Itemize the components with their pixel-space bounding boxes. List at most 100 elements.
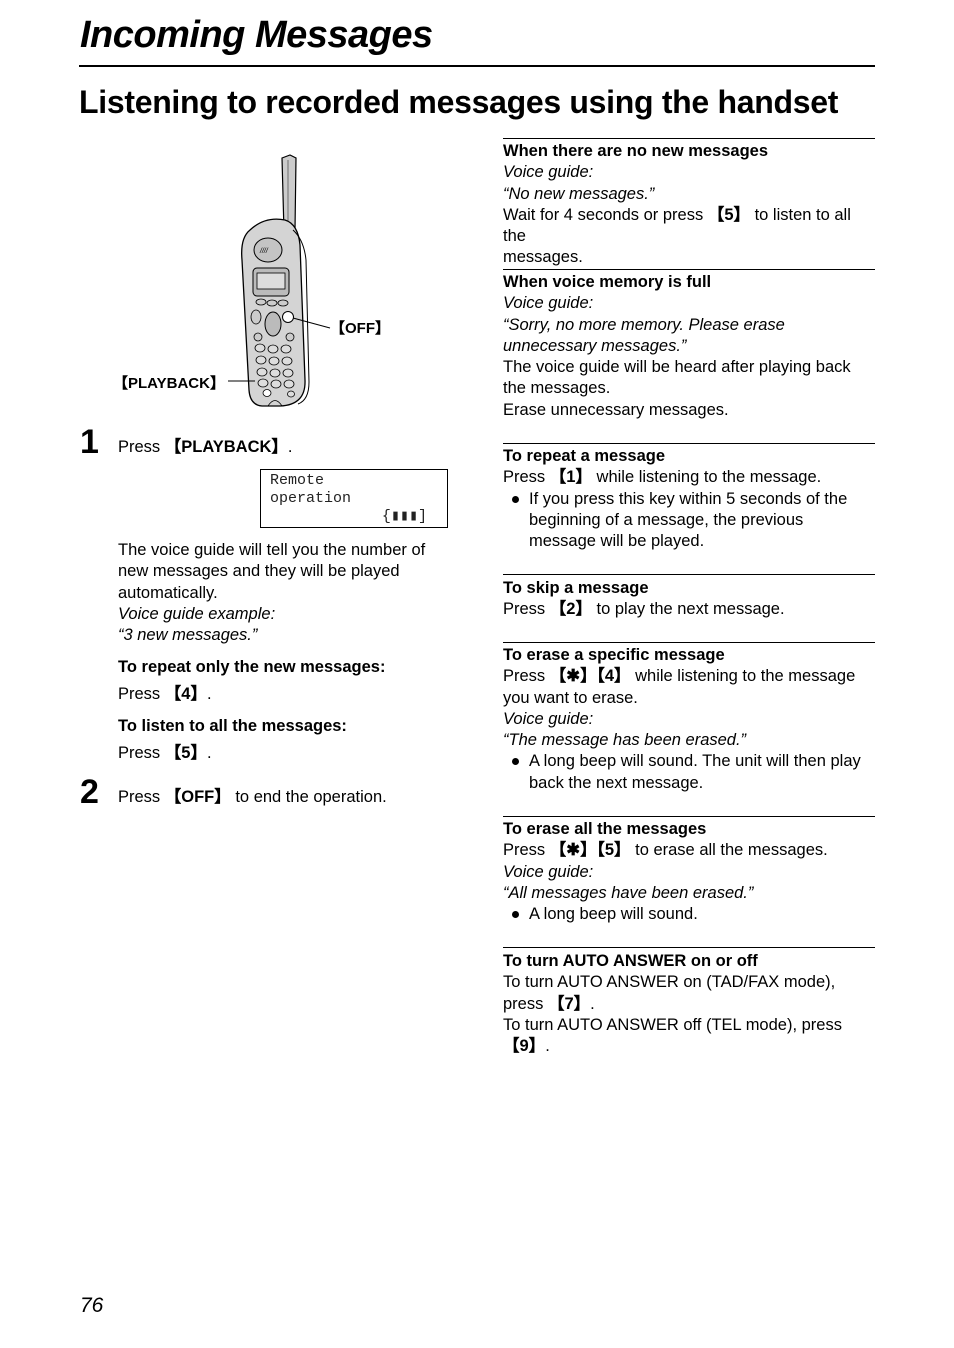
body-line: Press 【✱】【4】 while listening to the mess… bbox=[503, 666, 878, 687]
desc-line: The voice guide will tell you the number… bbox=[118, 541, 426, 559]
step-2-suffix: to end the operation. bbox=[230, 788, 387, 806]
section-repeat-message: To repeat a message Press 【1】 while list… bbox=[503, 446, 878, 552]
body-line: Press 【1】 while listening to the message… bbox=[503, 467, 878, 488]
press-text: Press bbox=[118, 744, 165, 762]
key-star-4: 【✱】【4】 bbox=[549, 667, 631, 686]
section-memory-full: When voice memory is full Voice guide: “… bbox=[503, 272, 878, 421]
title-divider bbox=[79, 65, 875, 67]
press-text: Press bbox=[118, 788, 165, 806]
voice-guide-label: Voice guide: bbox=[503, 163, 594, 182]
body-line: The voice guide will be heard after play… bbox=[503, 358, 851, 377]
lcd-line-2: operation bbox=[270, 490, 352, 507]
section-divider bbox=[503, 947, 875, 948]
section-divider bbox=[503, 443, 875, 444]
text: Press bbox=[503, 468, 550, 487]
bullet-line: A long beep will sound. bbox=[529, 905, 698, 924]
bullet-line: beginning of a message, the previous bbox=[529, 510, 804, 529]
step-number-2: 2 bbox=[80, 773, 99, 811]
page-number: 76 bbox=[80, 1294, 104, 1317]
handset-icon: //// bbox=[228, 154, 331, 407]
section-divider bbox=[503, 816, 875, 817]
section-divider bbox=[503, 642, 875, 643]
section-divider bbox=[503, 269, 875, 270]
voice-guide-quote: “All messages have been erased.” bbox=[503, 883, 754, 902]
key-5: 【5】 bbox=[707, 205, 750, 224]
key-5: 【5】 bbox=[164, 744, 207, 762]
section-auto-answer: To turn AUTO ANSWER on or off To turn AU… bbox=[503, 951, 878, 1057]
lcd-line-1: Remote bbox=[270, 472, 325, 489]
body-line: To turn AUTO ANSWER off (TEL mode), pres… bbox=[503, 1015, 842, 1034]
body-line: 【9】. bbox=[503, 1036, 878, 1057]
step-number-1: 1 bbox=[80, 423, 99, 461]
step-1-text: Press bbox=[118, 438, 165, 456]
voice-guide-quote: “Sorry, no more memory. Please erase bbox=[503, 315, 785, 334]
body-line: Erase unnecessary messages. bbox=[503, 400, 729, 419]
bullet-line: If you press this key within 5 seconds o… bbox=[529, 489, 848, 508]
section-erase-all: To erase all the messages Press 【✱】【5】 t… bbox=[503, 819, 878, 925]
svg-text:////: //// bbox=[259, 248, 269, 255]
key-7: 【7】 bbox=[547, 994, 591, 1013]
desc-line: automatically. bbox=[118, 583, 218, 602]
key-2: 【2】 bbox=[549, 600, 592, 619]
section-heading: To skip a message bbox=[503, 579, 649, 597]
body-line: Wait for 4 seconds or press 【5】 to liste… bbox=[503, 205, 878, 248]
off-key: 【OFF】 bbox=[164, 788, 231, 806]
body-line: you want to erase. bbox=[503, 688, 638, 707]
voice-guide-quote: unnecessary messages.” bbox=[503, 336, 687, 355]
bullet-item: A long beep will sound. The unit will th… bbox=[503, 751, 878, 794]
voice-guide-quote: “3 new messages.” bbox=[118, 626, 258, 645]
body-line: press 【7】. bbox=[503, 994, 878, 1015]
section-erase-specific: To erase a specific message Press 【✱】【4】… bbox=[503, 645, 878, 794]
period: . bbox=[206, 685, 212, 703]
text: to erase all the messages. bbox=[630, 841, 828, 860]
section-no-new-messages: When there are no new messages Voice gui… bbox=[503, 141, 878, 269]
key-1: 【1】 bbox=[549, 468, 592, 487]
playback-callout: 【PLAYBACK】 bbox=[113, 375, 225, 392]
voice-guide-quote: “No new messages.” bbox=[503, 184, 655, 203]
section-skip-message: To skip a message Press 【2】 to play the … bbox=[503, 578, 878, 621]
playback-key: 【PLAYBACK】 bbox=[164, 438, 288, 456]
bullet-line: A long beep will sound. The unit will th… bbox=[529, 752, 861, 771]
text: to play the next message. bbox=[591, 600, 785, 619]
section-divider bbox=[503, 574, 875, 575]
voice-guide-label: Voice guide: bbox=[503, 294, 594, 313]
bullet-item: A long beep will sound. bbox=[503, 904, 878, 925]
section-title: Incoming Messages bbox=[80, 14, 433, 56]
text: Press bbox=[503, 667, 550, 686]
key-star-5: 【✱】【5】 bbox=[549, 841, 631, 860]
desc-line: new messages and they will be played bbox=[118, 562, 400, 581]
step-2-instruction: Press 【OFF】 to end the operation. bbox=[118, 787, 387, 808]
voice-guide-label: Voice guide example: bbox=[118, 604, 276, 623]
period: . bbox=[206, 744, 212, 762]
key-9: 【9】 bbox=[503, 1037, 546, 1056]
voice-guide-label: Voice guide: bbox=[503, 709, 594, 728]
text: while listening to the message. bbox=[591, 468, 822, 487]
body-line: the messages. bbox=[503, 379, 611, 398]
section-divider bbox=[503, 138, 875, 139]
repeat-new-instruction: Press 【4】. bbox=[118, 684, 212, 705]
step-1-instruction: Press 【PLAYBACK】. bbox=[118, 437, 293, 458]
listen-all-heading: To listen to all the messages: bbox=[118, 717, 347, 735]
bullet-item: If you press this key within 5 seconds o… bbox=[503, 489, 878, 553]
body-line: Press 【2】 to play the next message. bbox=[503, 599, 878, 620]
text: while listening to the message bbox=[630, 667, 856, 686]
text: Wait for 4 seconds or press bbox=[503, 205, 708, 224]
section-heading: To repeat a message bbox=[503, 447, 666, 465]
listen-all-instruction: Press 【5】. bbox=[118, 743, 212, 764]
text: . bbox=[590, 994, 595, 1013]
lcd-battery-indicator: {▮▮▮] bbox=[381, 508, 427, 525]
section-heading: To erase a specific message bbox=[503, 646, 725, 664]
off-callout: 【OFF】 bbox=[330, 320, 390, 337]
step-1-suffix: . bbox=[287, 438, 293, 456]
press-text: Press bbox=[118, 685, 165, 703]
step-1-description: The voice guide will tell you the number… bbox=[118, 540, 458, 646]
body-line: messages. bbox=[503, 248, 583, 267]
body-line: Press 【✱】【5】 to erase all the messages. bbox=[503, 840, 878, 861]
section-heading: When voice memory is full bbox=[503, 273, 712, 291]
section-heading: When there are no new messages bbox=[503, 142, 769, 160]
section-heading: To turn AUTO ANSWER on or off bbox=[503, 952, 758, 970]
bullet-line: back the next message. bbox=[529, 773, 704, 792]
key-4: 【4】 bbox=[164, 685, 207, 703]
voice-guide-label: Voice guide: bbox=[503, 862, 594, 881]
text: . bbox=[545, 1037, 550, 1056]
